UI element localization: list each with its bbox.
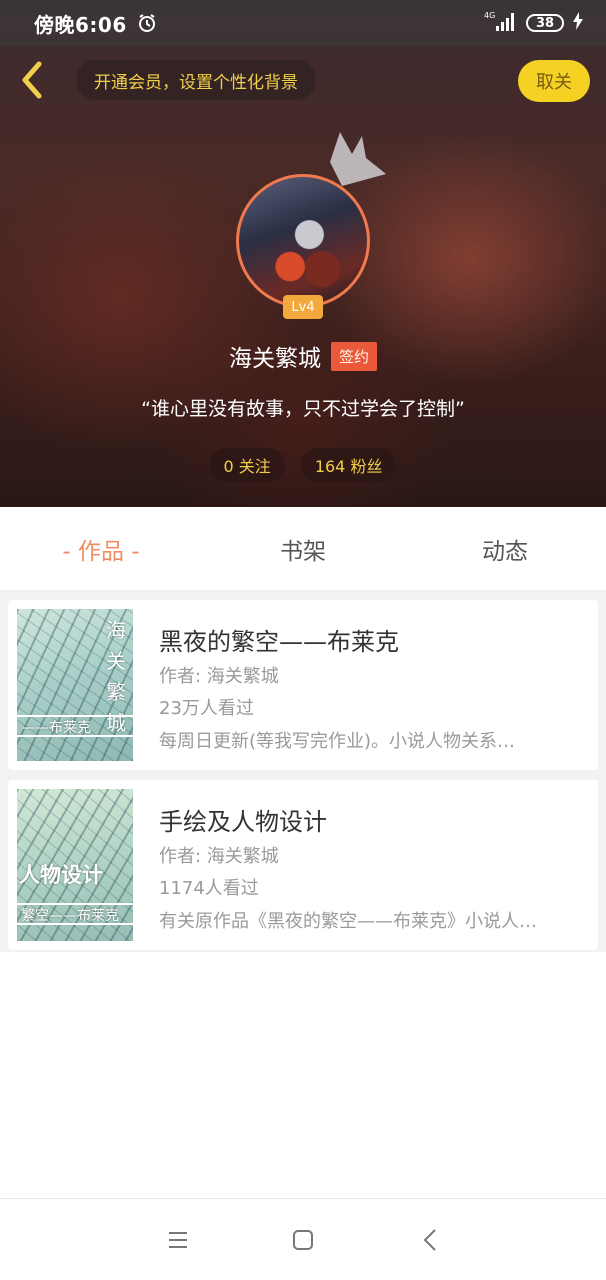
menu-icon bbox=[169, 1232, 187, 1248]
book-title: 黑夜的繁空——布莱克 bbox=[159, 628, 399, 656]
user-name: 海关繁城 bbox=[228, 346, 321, 372]
name-row: 海关繁城 签约 bbox=[0, 338, 606, 374]
followers-count[interactable]: 164 粉丝 bbox=[300, 448, 397, 482]
list-item[interactable]: 海关繁城 ——布莱克 黑夜的繁空——布莱克 作者: 海关繁城 23万人看过 每周… bbox=[8, 600, 598, 770]
book-views: 1174人看过 bbox=[159, 878, 259, 899]
alarm-icon bbox=[137, 13, 157, 33]
book-summary: 每周日更新(等我写完作业)。小说人物关系… bbox=[159, 731, 516, 752]
user-motto: “谁心里没有故事，只不过学会了控制” bbox=[141, 398, 465, 420]
tab-bookshelf[interactable]: 书架 bbox=[202, 532, 404, 566]
home-button[interactable] bbox=[288, 1225, 318, 1255]
cover-subtitle: 繁空——布莱克 bbox=[17, 903, 133, 925]
avatar[interactable] bbox=[236, 174, 370, 308]
battery-icon: 38 bbox=[526, 14, 564, 32]
charging-icon bbox=[572, 12, 584, 34]
back-icon bbox=[22, 61, 42, 99]
nav-back-button[interactable] bbox=[416, 1225, 446, 1255]
unfollow-button[interactable]: 取关 bbox=[518, 60, 590, 102]
status-time: 傍晚6:06 bbox=[34, 12, 127, 37]
book-author: 作者: 海关繁城 bbox=[159, 666, 279, 687]
vip-background-prompt[interactable]: 开通会员，设置个性化背景 bbox=[76, 60, 316, 100]
cover-subtitle: ——布莱克 bbox=[17, 715, 133, 737]
system-nav-bar bbox=[0, 1198, 606, 1280]
following-count[interactable]: 0 关注 bbox=[209, 448, 285, 482]
menu-button[interactable] bbox=[163, 1225, 193, 1255]
profile-header: 傍晚6:06 4G 38 开通会员，设置个性化背景 取关 Lv4 海关繁城 签约… bbox=[0, 0, 606, 507]
book-cover: 海关繁城 ——布莱克 bbox=[17, 609, 133, 761]
book-cover: 人物设计 繁空——布莱克 bbox=[17, 789, 133, 941]
book-summary: 有关原作品《黑夜的繁空——布莱克》小说人… bbox=[159, 911, 537, 932]
profile-tabs: - 作品 - 书架 动态 bbox=[0, 507, 606, 590]
network-label: 4G bbox=[484, 11, 495, 20]
book-title: 手绘及人物设计 bbox=[159, 808, 327, 836]
home-icon bbox=[293, 1230, 313, 1250]
list-item[interactable]: 人物设计 繁空——布莱克 手绘及人物设计 作者: 海关繁城 1174人看过 有关… bbox=[8, 780, 598, 950]
level-badge: Lv4 bbox=[283, 295, 323, 319]
nav-back-icon bbox=[423, 1229, 436, 1251]
cover-title: 人物设计 bbox=[19, 863, 103, 887]
signed-badge: 签约 bbox=[330, 341, 377, 371]
book-views: 23万人看过 bbox=[159, 698, 254, 719]
stats-row: 0 关注 164 粉丝 bbox=[0, 448, 606, 482]
tab-activity[interactable]: 动态 bbox=[404, 532, 606, 566]
works-list: 海关繁城 ——布莱克 黑夜的繁空——布莱克 作者: 海关繁城 23万人看过 每周… bbox=[0, 590, 606, 952]
tab-works[interactable]: - 作品 - bbox=[0, 532, 202, 566]
status-bar: 傍晚6:06 4G 38 bbox=[0, 0, 606, 46]
signal-icon: 4G bbox=[484, 10, 518, 36]
back-button[interactable] bbox=[14, 58, 50, 102]
book-author: 作者: 海关繁城 bbox=[159, 846, 279, 867]
